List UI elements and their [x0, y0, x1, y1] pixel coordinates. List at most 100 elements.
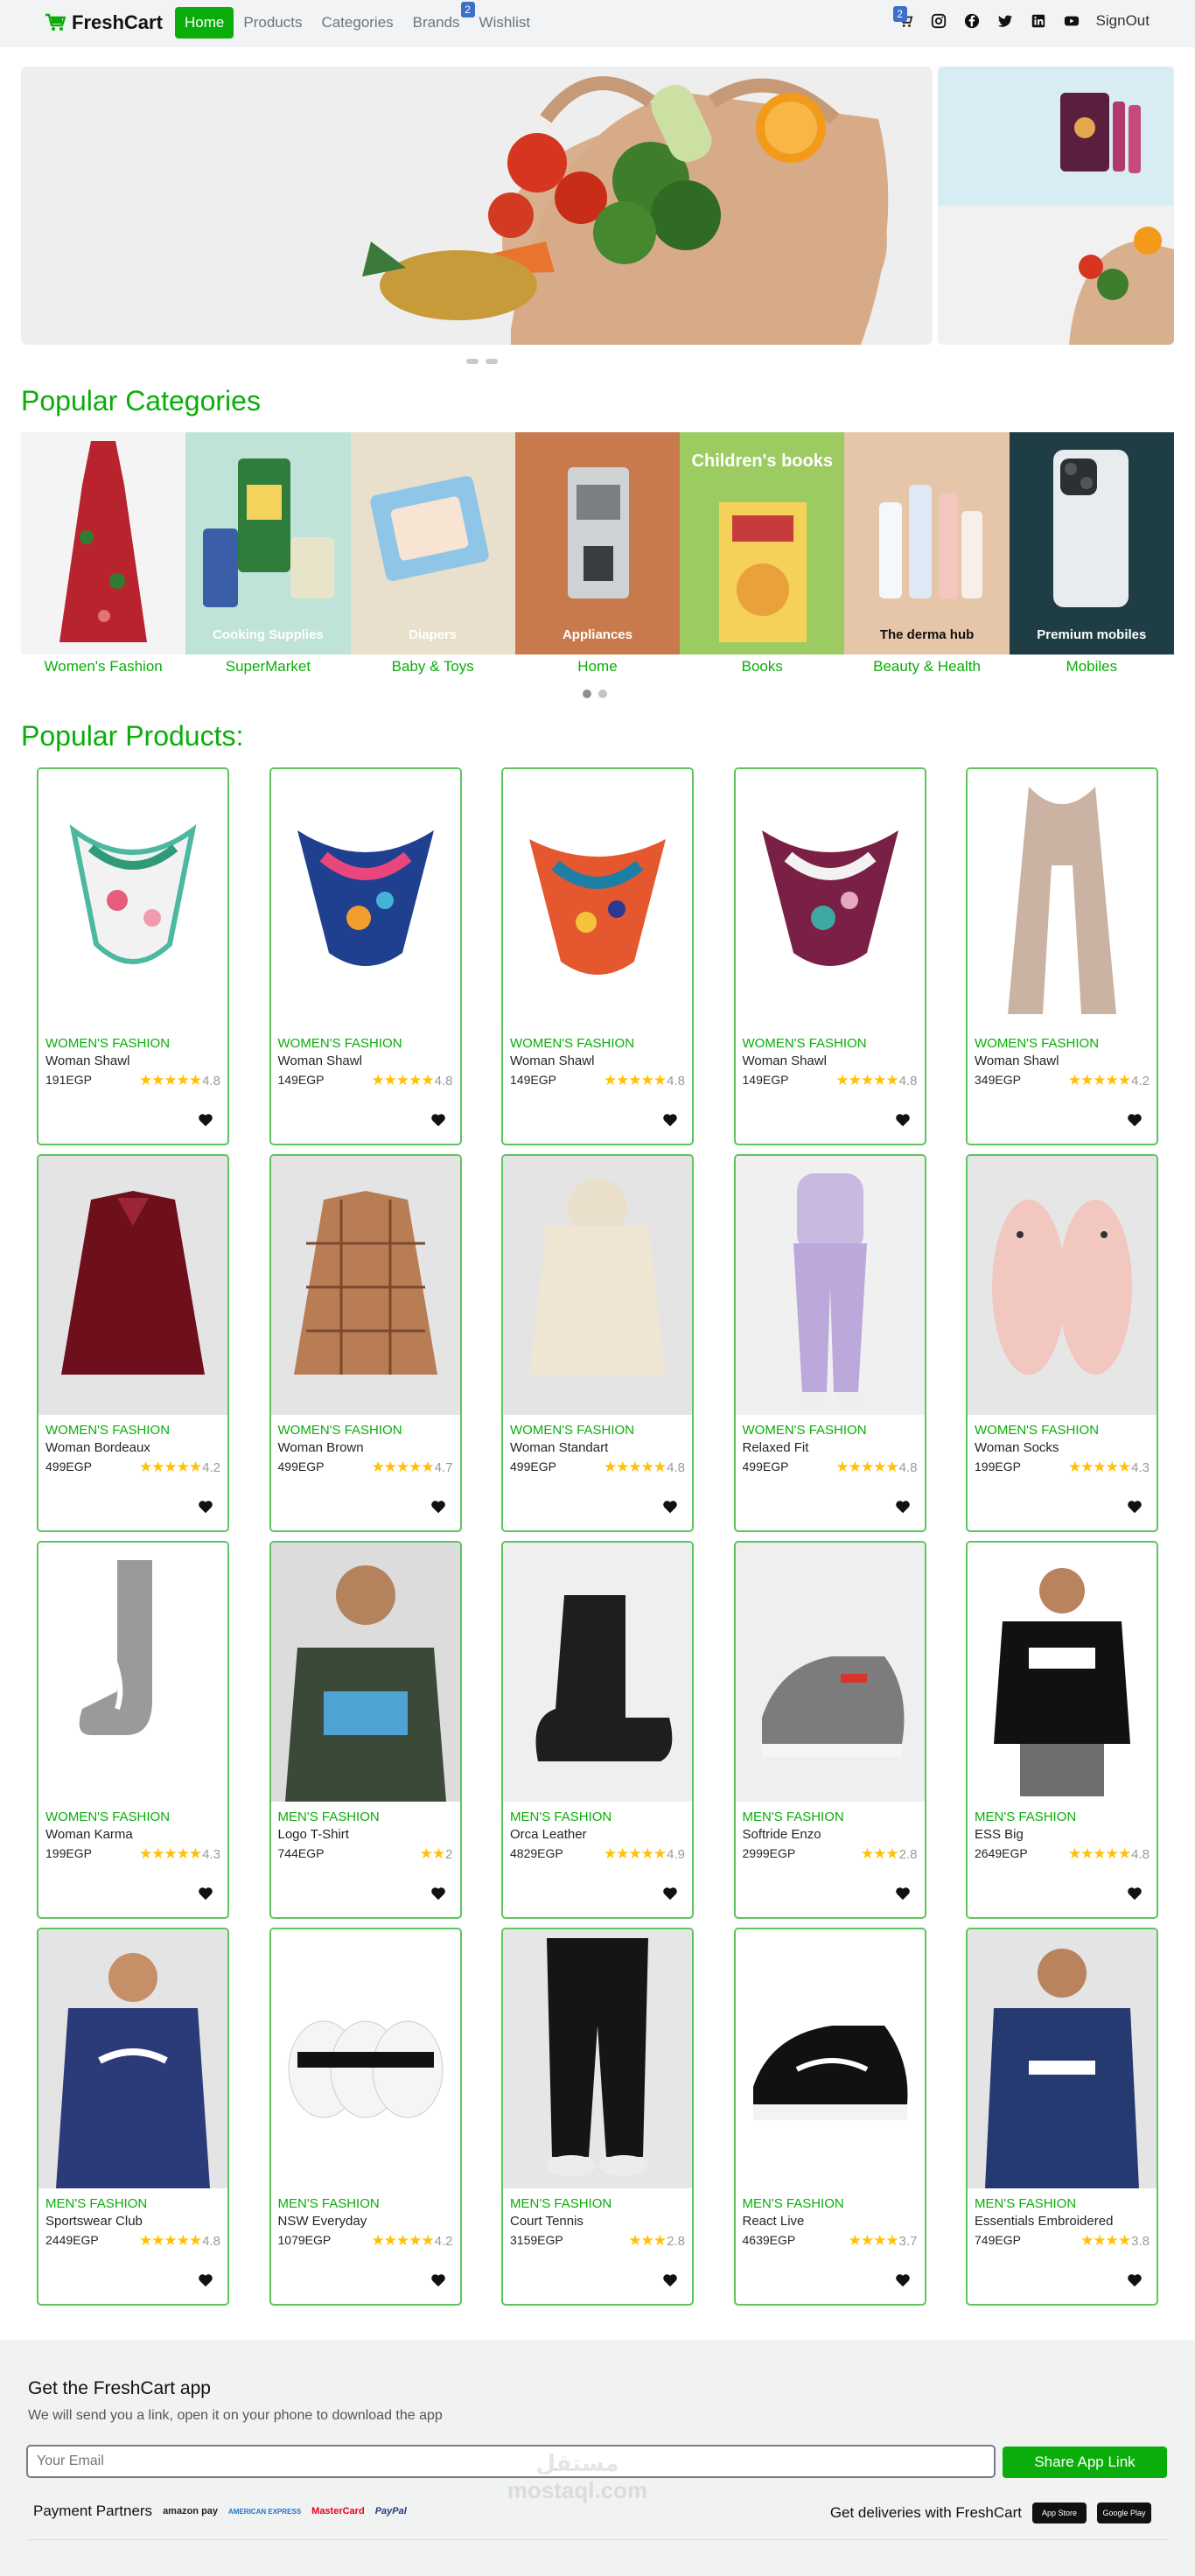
- share-app-link-button[interactable]: Share App Link: [1003, 2446, 1167, 2478]
- category-image: [21, 432, 186, 654]
- heart-icon[interactable]: [662, 1112, 678, 1128]
- product-category: Women's Fashion: [45, 1036, 171, 1051]
- categories-dot-1[interactable]: [583, 690, 591, 698]
- category-beauty-health[interactable]: The derma hub Beauty & Health: [844, 432, 1010, 677]
- hero-dot-2[interactable]: [486, 359, 498, 364]
- product-image: [735, 1543, 925, 1802]
- product-card[interactable]: Women's Fashion Woman Brown 499EGP ★★★★★ 4.7: [269, 1154, 462, 1532]
- heart-icon[interactable]: [895, 1499, 911, 1515]
- cart-button[interactable]: 2: [892, 6, 914, 30]
- rating-value: 4.8: [667, 1073, 685, 1088]
- heart-icon[interactable]: [1127, 1886, 1143, 1901]
- product-price: 499EGP: [45, 1460, 92, 1474]
- google-play-button[interactable]: Google Play: [1097, 2502, 1151, 2524]
- rating-value: 4.3: [202, 1846, 220, 1862]
- heart-icon[interactable]: [1127, 1499, 1143, 1515]
- heart-icon[interactable]: [198, 1112, 213, 1128]
- nav-categories[interactable]: Categories: [311, 7, 402, 38]
- linkedin-link[interactable]: [1030, 12, 1047, 30]
- rating-value: 2: [445, 1846, 453, 1862]
- brand-logo[interactable]: FreshCart: [44, 11, 163, 34]
- heart-icon[interactable]: [662, 2272, 678, 2288]
- heart-icon[interactable]: [430, 1499, 446, 1515]
- category-overlay-label: Diapers: [409, 627, 458, 642]
- product-card[interactable]: Men's Fashion Logo T-Shirt 744EGP ★★ 2: [269, 1541, 462, 1919]
- product-card[interactable]: Women's Fashion Woman Shawl 149EGP ★★★★★ 4.8: [501, 767, 694, 1145]
- product-image: [270, 1929, 460, 2188]
- heart-icon[interactable]: [895, 1112, 911, 1128]
- heart-icon[interactable]: [430, 2272, 446, 2288]
- category-mobiles[interactable]: Premium mobiles Mobiles: [1009, 432, 1174, 677]
- product-rating: ★★★★★ 4.7: [371, 1459, 452, 1476]
- mostaql-watermark: مستقل mostaql.com: [507, 2450, 648, 2503]
- hero-slide-groceries[interactable]: [21, 66, 933, 345]
- nav-wishlist[interactable]: 2 Wishlist: [460, 2, 541, 38]
- product-card[interactable]: Women's Fashion Woman Standart 499EGP ★★★★★…: [501, 1154, 694, 1532]
- product-category: Men's Fashion: [277, 2196, 380, 2211]
- product-card[interactable]: Men's Fashion ESS Big 2649EGP ★★★★★ 4.8: [966, 1541, 1158, 1919]
- heart-icon[interactable]: [895, 1886, 911, 1901]
- product-card[interactable]: Women's Fashion Woman Bordeaux 499EGP ★★★★★…: [37, 1154, 229, 1532]
- instagram-link[interactable]: [930, 12, 947, 30]
- hero-dot-1[interactable]: [466, 359, 479, 364]
- heart-icon[interactable]: [662, 1499, 678, 1515]
- category-image: The derma hub: [844, 432, 1010, 654]
- categories-dot-2[interactable]: [598, 690, 607, 698]
- product-card[interactable]: Women's Fashion Woman Shawl 191EGP ★★★★★ 4.8: [37, 767, 229, 1145]
- product-title: Woman Shawl: [742, 1054, 827, 1068]
- product-card[interactable]: Men's Fashion Softride Enzo 2999EGP ★★★ 2.8: [733, 1541, 926, 1919]
- product-price: 2449EGP: [45, 2233, 99, 2247]
- category-supermarket[interactable]: Cooking Supplies SuperMarket: [185, 432, 351, 677]
- heart-icon[interactable]: [430, 1112, 446, 1128]
- product-card[interactable]: Men's Fashion Court Tennis 3159EGP ★★★ 2.8: [501, 1928, 694, 2306]
- product-card[interactable]: Men's Fashion Orca Leather 4829EGP ★★★★★ 4.9: [501, 1541, 694, 1919]
- heart-icon[interactable]: [198, 2272, 213, 2288]
- category-image: Children's books: [680, 432, 845, 654]
- heart-icon[interactable]: [662, 1886, 678, 1901]
- rating-value: 4.8: [898, 1073, 918, 1088]
- heart-icon[interactable]: [1127, 1112, 1143, 1128]
- twitter-link[interactable]: [996, 12, 1014, 30]
- category-home[interactable]: Appliances Home: [514, 432, 681, 677]
- product-title: Woman Shawl: [975, 1054, 1059, 1068]
- product-card[interactable]: Women's Fashion Woman Karma 199EGP ★★★★★ 4.3: [37, 1541, 229, 1919]
- product-price: 744EGP: [277, 1846, 325, 1860]
- product-card[interactable]: Women's Fashion Woman Shawl 149EGP ★★★★★ 4.8: [269, 767, 462, 1145]
- heart-icon[interactable]: [895, 2272, 911, 2288]
- product-category: Men's Fashion: [742, 2196, 844, 2211]
- product-card[interactable]: Women's Fashion Woman Shawl 149EGP ★★★★★ 4.8: [733, 767, 926, 1145]
- star-icons: ★★★★: [1080, 2232, 1131, 2249]
- product-card[interactable]: Men's Fashion Essentials Embroidered 749EG…: [966, 1928, 1158, 2306]
- product-category: Women's Fashion: [742, 1036, 867, 1051]
- nav-products[interactable]: Products: [234, 7, 311, 38]
- category-books[interactable]: Children's books Books: [680, 432, 845, 677]
- product-card[interactable]: Men's Fashion NSW Everyday 1079EGP ★★★★★ 4.2: [269, 1928, 462, 2306]
- product-card[interactable]: Men's Fashion React Live 4639EGP ★★★★ 3.7: [733, 1928, 926, 2306]
- product-category: Men's Fashion: [975, 1810, 1077, 1824]
- heart-icon[interactable]: [430, 1886, 446, 1901]
- product-title: Sportswear Club: [45, 2214, 143, 2229]
- rating-value: 4.2: [434, 2233, 453, 2249]
- signout-link[interactable]: SignOut: [1096, 12, 1150, 30]
- category-baby-toys[interactable]: Diapers Baby & Toys: [350, 432, 515, 677]
- product-price: 149EGP: [510, 1073, 556, 1087]
- nav-brands[interactable]: Brands: [403, 7, 470, 38]
- product-rating: ★★★★★ 4.3: [1068, 1459, 1150, 1476]
- category-womens-fashion[interactable]: Women's Fashion: [21, 432, 186, 677]
- facebook-link[interactable]: [963, 12, 981, 30]
- rating-value: 4.2: [1131, 1073, 1150, 1088]
- product-rating: ★★★★★ 4.8: [835, 1072, 917, 1089]
- heart-icon[interactable]: [198, 1499, 213, 1515]
- heart-icon[interactable]: [198, 1886, 213, 1901]
- product-card[interactable]: Women's Fashion Woman Socks 199EGP ★★★★★ 4.3: [966, 1154, 1158, 1532]
- product-card[interactable]: Men's Fashion Sportswear Club 2449EGP ★★★★★…: [37, 1928, 229, 2306]
- hero-slide-next[interactable]: [938, 66, 1174, 345]
- app-store-button[interactable]: App Store: [1032, 2502, 1087, 2524]
- heart-icon[interactable]: [1127, 2272, 1143, 2288]
- product-card[interactable]: Women's Fashion Relaxed Fit 499EGP ★★★★★ 4.8: [733, 1154, 926, 1532]
- nav-home[interactable]: Home: [175, 7, 234, 38]
- product-rating: ★★★★★ 4.9: [604, 1845, 685, 1863]
- category-name: Beauty & Health: [873, 658, 981, 675]
- youtube-link[interactable]: [1063, 12, 1080, 30]
- product-card[interactable]: Women's Fashion Woman Shawl 349EGP ★★★★★ 4.2: [966, 767, 1158, 1145]
